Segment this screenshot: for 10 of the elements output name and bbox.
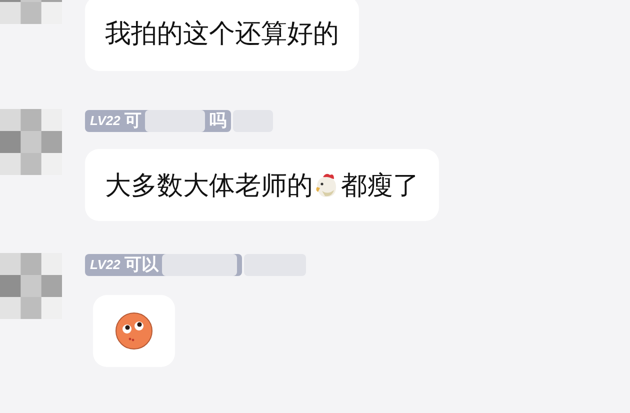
- message-text: 大多数大体老师的: [105, 168, 313, 202]
- level-label: LV22: [90, 256, 120, 274]
- emoji-icon: [115, 312, 153, 350]
- level-label: LV22: [90, 112, 120, 130]
- message-bubble: 我拍的这个还算好的: [85, 0, 359, 71]
- blur-mask: [145, 110, 206, 132]
- username-fragment: 可: [124, 110, 142, 132]
- username-fragment: 吗: [209, 110, 226, 132]
- username-fragment: 可以: [124, 254, 158, 276]
- message-text: 都瘦了: [341, 168, 419, 202]
